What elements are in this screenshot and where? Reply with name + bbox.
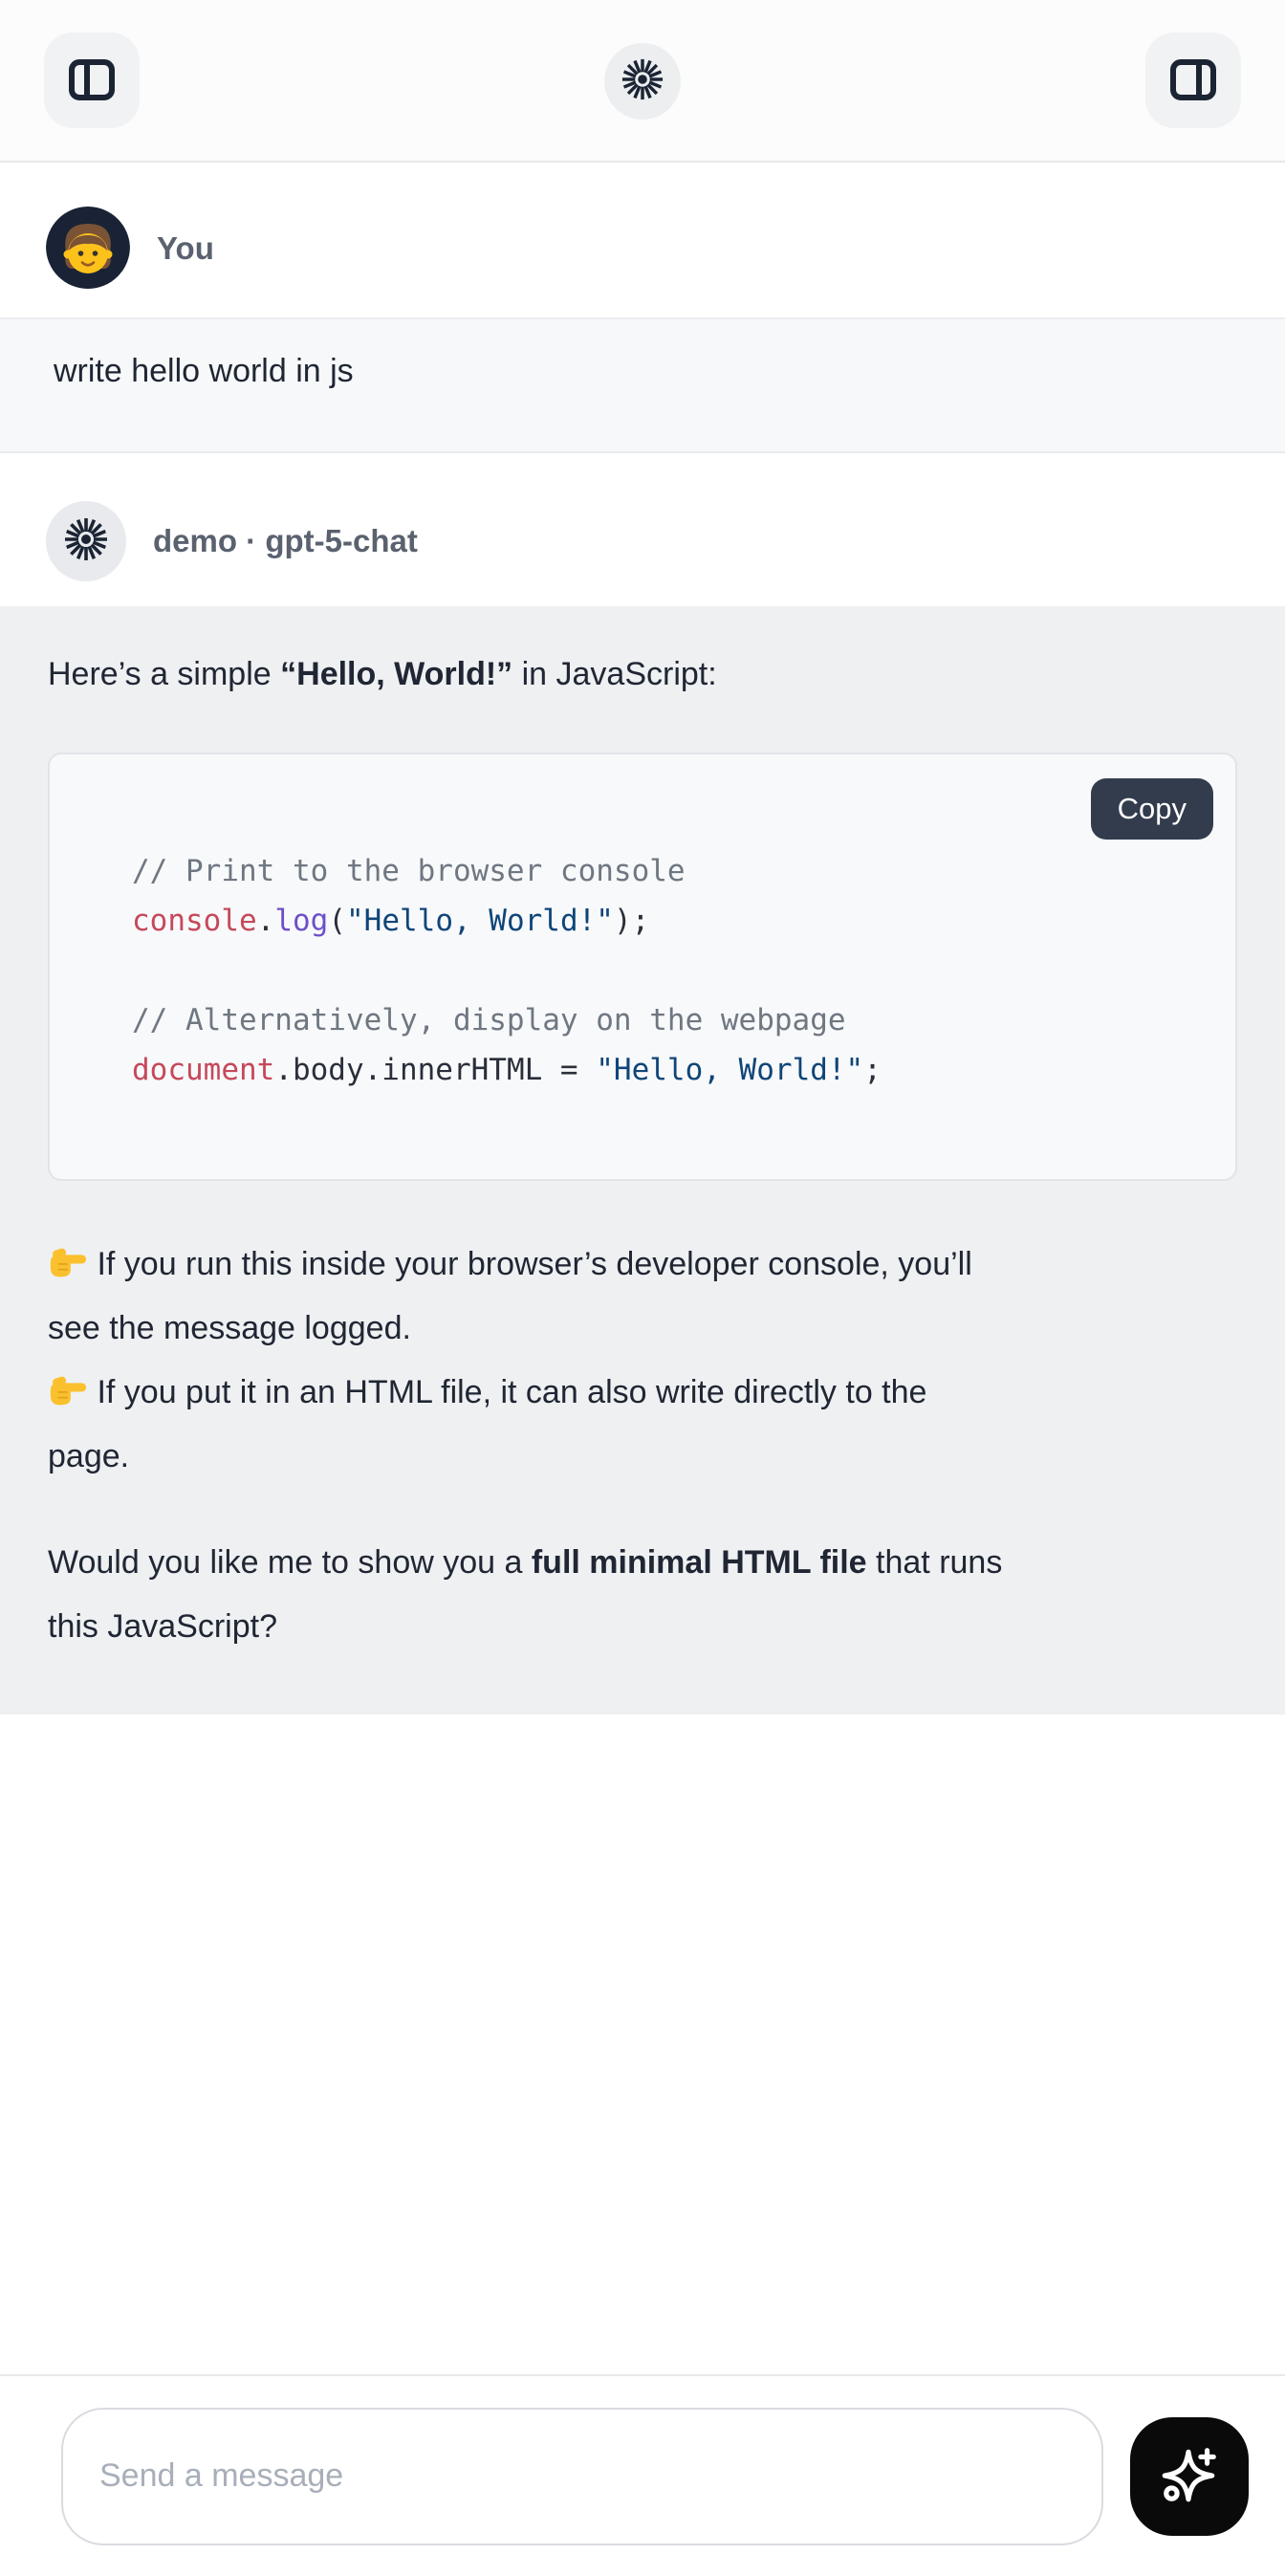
chat-empty-space <box>0 1714 1285 2374</box>
assistant-avatar <box>46 501 126 581</box>
assistant-message-header: demo · gpt-5-chat <box>0 501 1285 581</box>
assistant-followup-text: Would you like me to show you a full min… <box>48 1531 1237 1659</box>
code-content: // Print to the browser console console.… <box>132 846 1197 1095</box>
copy-code-button[interactable]: Copy <box>1091 778 1213 840</box>
top-bar <box>0 0 1285 163</box>
assistant-author-label: demo · gpt-5-chat <box>153 523 418 559</box>
secondary-panel-button[interactable] <box>1145 33 1241 128</box>
send-button[interactable] <box>1130 2417 1249 2536</box>
starburst-icon <box>621 57 664 106</box>
user-author-label: You <box>157 230 214 267</box>
person-emoji-icon <box>46 207 130 291</box>
starburst-icon <box>63 516 109 567</box>
panel-left-icon <box>67 55 117 107</box>
user-message-text: write hello world in js <box>54 350 1231 392</box>
pointing-right-emoji <box>48 1238 88 1273</box>
panel-right-icon <box>1168 55 1218 107</box>
user-avatar <box>46 207 130 291</box>
user-message: write hello world in js <box>0 317 1285 453</box>
assistant-intro-text: Here’s a simple “Hello, World!” in JavaS… <box>48 643 1237 707</box>
assistant-message: Here’s a simple “Hello, World!” in JavaS… <box>0 606 1285 1714</box>
sparkle-icon <box>1158 2443 1221 2509</box>
app-logo <box>604 43 681 120</box>
sidebar-toggle-button[interactable] <box>44 33 140 128</box>
user-message-header: You <box>0 207 1285 291</box>
code-block: Copy // Print to the browser console con… <box>48 753 1237 1181</box>
pointing-right-emoji <box>48 1366 88 1401</box>
assistant-tips-text: If you run this inside your browser’s de… <box>48 1233 1237 1489</box>
message-input[interactable] <box>61 2408 1103 2545</box>
composer-bar <box>0 2374 1285 2576</box>
